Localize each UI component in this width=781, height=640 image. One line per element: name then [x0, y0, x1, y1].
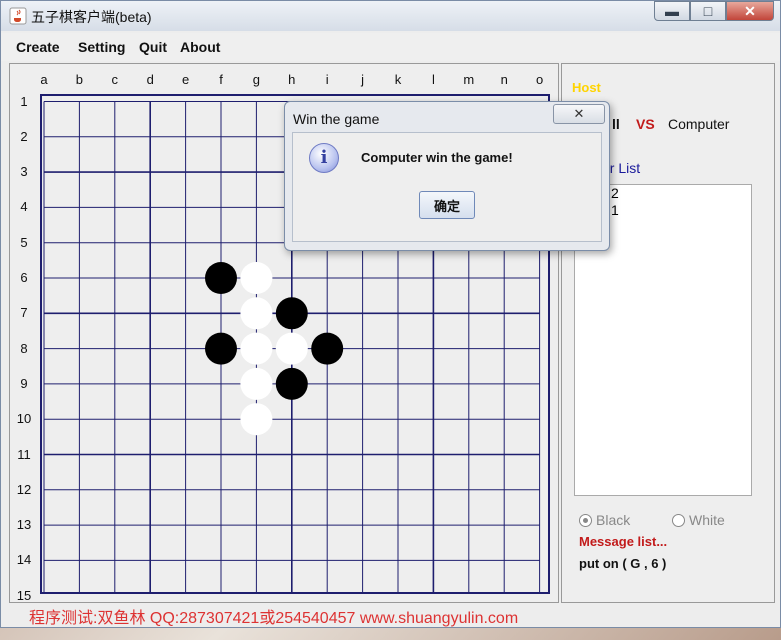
row-label: 15: [16, 587, 32, 603]
column-label: i: [325, 72, 329, 87]
column-label: n: [500, 72, 508, 87]
row-label: 5: [20, 234, 28, 250]
white-stone: [240, 297, 273, 330]
row-label: 14: [16, 552, 32, 568]
window-title: 五子棋客户端(beta): [31, 9, 152, 25]
row-label: 13: [16, 517, 32, 533]
host-label: Host: [572, 80, 601, 95]
row-label: 12: [16, 481, 32, 497]
row-label: 9: [20, 375, 28, 391]
window-controls: ▬ □ ✕: [654, 1, 774, 21]
column-label: b: [75, 72, 83, 87]
radio-black-label: Black: [596, 512, 631, 528]
white-stone: [240, 262, 273, 294]
row-label: 1: [20, 93, 28, 109]
column-label: h: [288, 72, 296, 87]
close-button[interactable]: ✕: [726, 1, 774, 21]
message-text: put on ( G , 6 ): [579, 556, 667, 571]
maximize-icon: □: [703, 3, 713, 19]
footer-credit: 程序测试:双鱼林 QQ:287307421或254540457 www.shua…: [29, 610, 519, 627]
row-label: 4: [20, 199, 28, 215]
column-label: f: [219, 72, 223, 87]
message-list-label: Message list...: [579, 534, 668, 549]
column-label: k: [394, 72, 402, 87]
column-label: l: [431, 72, 435, 87]
menu-bar: Create Setting Quit About: [1, 33, 780, 61]
menu-create[interactable]: Create: [16, 39, 60, 55]
win-dialog: Win the game ✕ i Computer win the game! …: [284, 101, 610, 251]
radio-unselected-icon: [672, 513, 685, 527]
column-label: m: [463, 72, 475, 87]
radio-black[interactable]: Black: [579, 512, 630, 528]
dialog-title: Win the game: [293, 111, 380, 127]
dialog-body: i Computer win the game! 确定: [292, 132, 602, 242]
row-label: 11: [17, 446, 31, 462]
white-stone: [275, 332, 308, 365]
black-stone: [311, 332, 344, 365]
vs-label: VS: [636, 116, 655, 132]
row-label: 10: [16, 411, 32, 427]
close-icon: ✕: [744, 2, 756, 19]
column-label: d: [146, 72, 154, 87]
black-stone: [275, 297, 308, 330]
column-label: g: [252, 72, 260, 87]
menu-quit[interactable]: Quit: [139, 39, 167, 55]
column-label: j: [361, 72, 365, 87]
radio-white[interactable]: White: [672, 512, 725, 528]
minimize-button[interactable]: ▬: [654, 1, 690, 21]
info-icon: i: [309, 143, 339, 173]
column-label: o: [535, 72, 544, 87]
row-label: 3: [20, 164, 28, 180]
black-stone: [275, 367, 308, 400]
row-label: 7: [20, 305, 28, 321]
column-label: e: [181, 72, 190, 87]
menu-setting[interactable]: Setting: [78, 39, 125, 55]
minimize-icon: ▬: [665, 3, 679, 19]
player-left: ll: [612, 116, 620, 132]
black-stone: [205, 332, 237, 365]
white-stone: [240, 332, 273, 365]
dialog-close-button[interactable]: ✕: [553, 104, 605, 124]
column-label: c: [111, 72, 119, 87]
close-icon: ✕: [573, 106, 585, 121]
row-label: 6: [20, 270, 28, 285]
column-label: a: [40, 72, 48, 87]
black-stone: [205, 262, 237, 294]
dialog-message: Computer win the game!: [361, 150, 513, 165]
white-stone: [240, 367, 273, 400]
radio-selected-icon: [579, 513, 592, 527]
ok-button[interactable]: 确定: [419, 191, 475, 219]
radio-white-label: White: [689, 512, 725, 528]
player-right: Computer: [668, 116, 730, 132]
menu-about[interactable]: About: [180, 39, 220, 55]
row-label: 2: [20, 128, 28, 144]
maximize-button[interactable]: □: [690, 1, 726, 21]
row-label: 8: [20, 340, 28, 356]
app-window: 五子棋客户端(beta) ▬ □ ✕ Create Setting Quit A…: [0, 0, 781, 628]
java-cup-icon: [9, 7, 27, 25]
white-stone: [240, 403, 273, 436]
title-bar[interactable]: 五子棋客户端(beta) ▬ □ ✕: [1, 1, 780, 31]
